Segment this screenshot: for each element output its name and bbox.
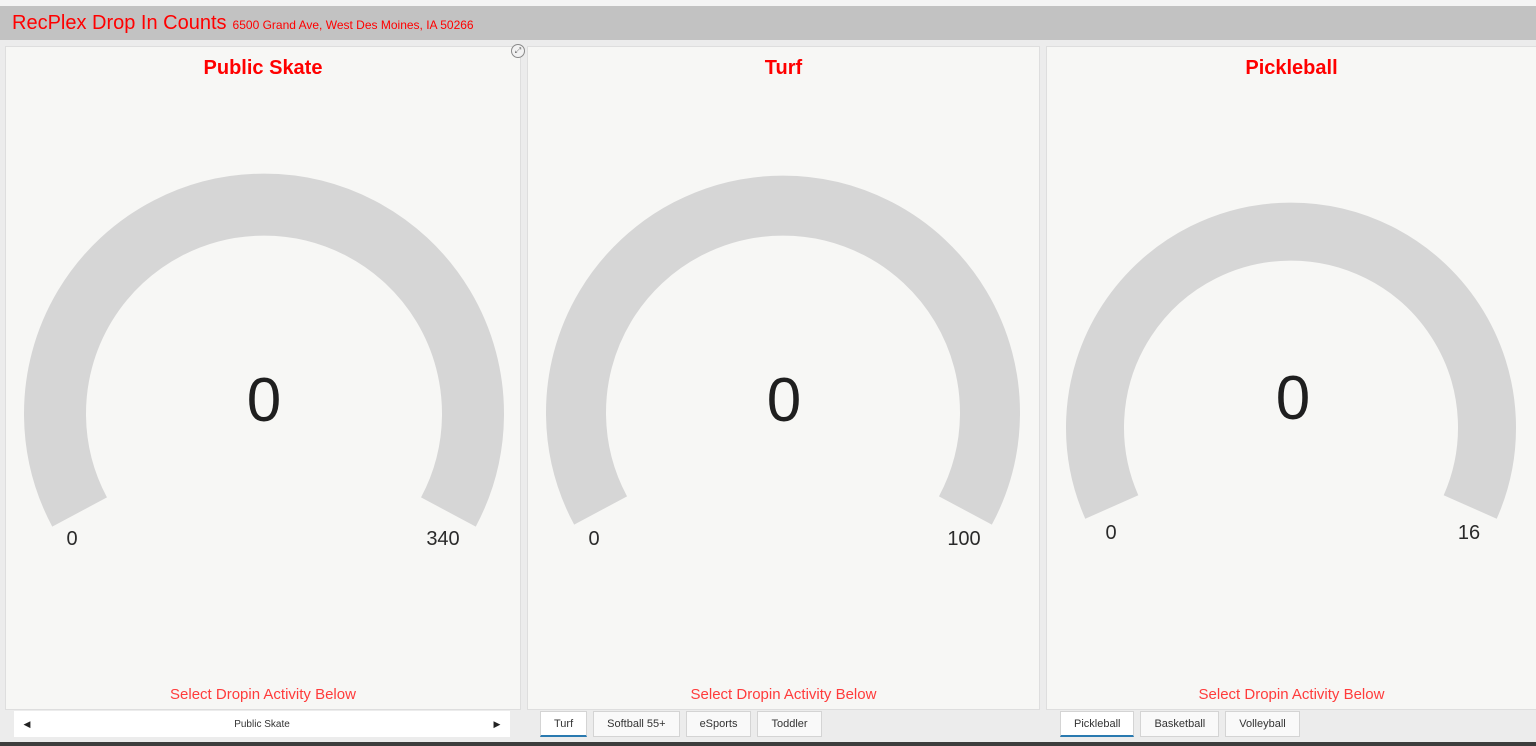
gauge-footer: Select Dropin Activity Below xyxy=(1198,686,1385,703)
gauge-max-label: 340 xyxy=(426,528,459,550)
tab-toddler[interactable]: Toddler xyxy=(757,711,822,737)
gauge-panel-pickleball: Pickleball 0 0 16 Select Dropin Activity… xyxy=(1046,46,1536,710)
gauge-min-label: 0 xyxy=(66,528,77,550)
tab-turf[interactable]: Turf xyxy=(540,711,588,737)
tab-volleyball[interactable]: Volleyball xyxy=(1225,711,1300,737)
tab-esports[interactable]: eSports xyxy=(685,711,752,737)
gauge-panel-turf: Turf 0 0 100 Select Dropin Activity Belo… xyxy=(527,46,1040,710)
gauge-track xyxy=(24,173,504,527)
selector-label: Public Skate xyxy=(234,718,290,730)
tabs-turf: Turf Softball 55+ eSports Toddler xyxy=(540,711,822,739)
gauge-track xyxy=(546,175,1020,525)
gauge-min-label: 0 xyxy=(588,528,599,550)
bottom-strip xyxy=(0,742,1536,746)
chevron-left-icon[interactable]: ◀ xyxy=(14,719,40,730)
expand-icon[interactable]: ⤢ xyxy=(511,44,525,58)
gauge-max-label: 100 xyxy=(947,528,980,550)
tab-basketball[interactable]: Basketball xyxy=(1140,711,1220,737)
gauge-footer: Select Dropin Activity Below xyxy=(690,686,877,703)
gauge-panel-public-skate: Public Skate 0 0 340 Select Dropin Activ… xyxy=(5,46,521,710)
gauge-turf: 0 0 100 xyxy=(546,175,1020,550)
tabs-pickleball: Pickleball Basketball Volleyball xyxy=(1060,711,1300,739)
gauge-pickleball: 0 0 16 xyxy=(1066,202,1516,544)
gauge-footer: Select Dropin Activity Below xyxy=(170,686,356,703)
tab-softball-55[interactable]: Softball 55+ xyxy=(593,711,680,737)
activity-selector: ◀ Public Skate ▶ xyxy=(14,711,510,737)
gauge-value: 0 xyxy=(1276,364,1310,433)
gauge-value: 0 xyxy=(247,366,281,435)
app-title: RecPlex Drop In Counts xyxy=(12,11,227,34)
gauge-max-label: 16 xyxy=(1458,522,1480,544)
gauge-value: 0 xyxy=(767,366,801,435)
app-subtitle: 6500 Grand Ave, West Des Moines, IA 5026… xyxy=(232,18,474,32)
gauge-min-label: 0 xyxy=(1105,522,1116,544)
gauge-public-skate: 0 0 340 xyxy=(24,173,504,550)
chevron-right-icon[interactable]: ▶ xyxy=(484,719,510,730)
tab-pickleball[interactable]: Pickleball xyxy=(1060,711,1135,737)
header-bar: RecPlex Drop In Counts 6500 Grand Ave, W… xyxy=(0,6,1536,40)
